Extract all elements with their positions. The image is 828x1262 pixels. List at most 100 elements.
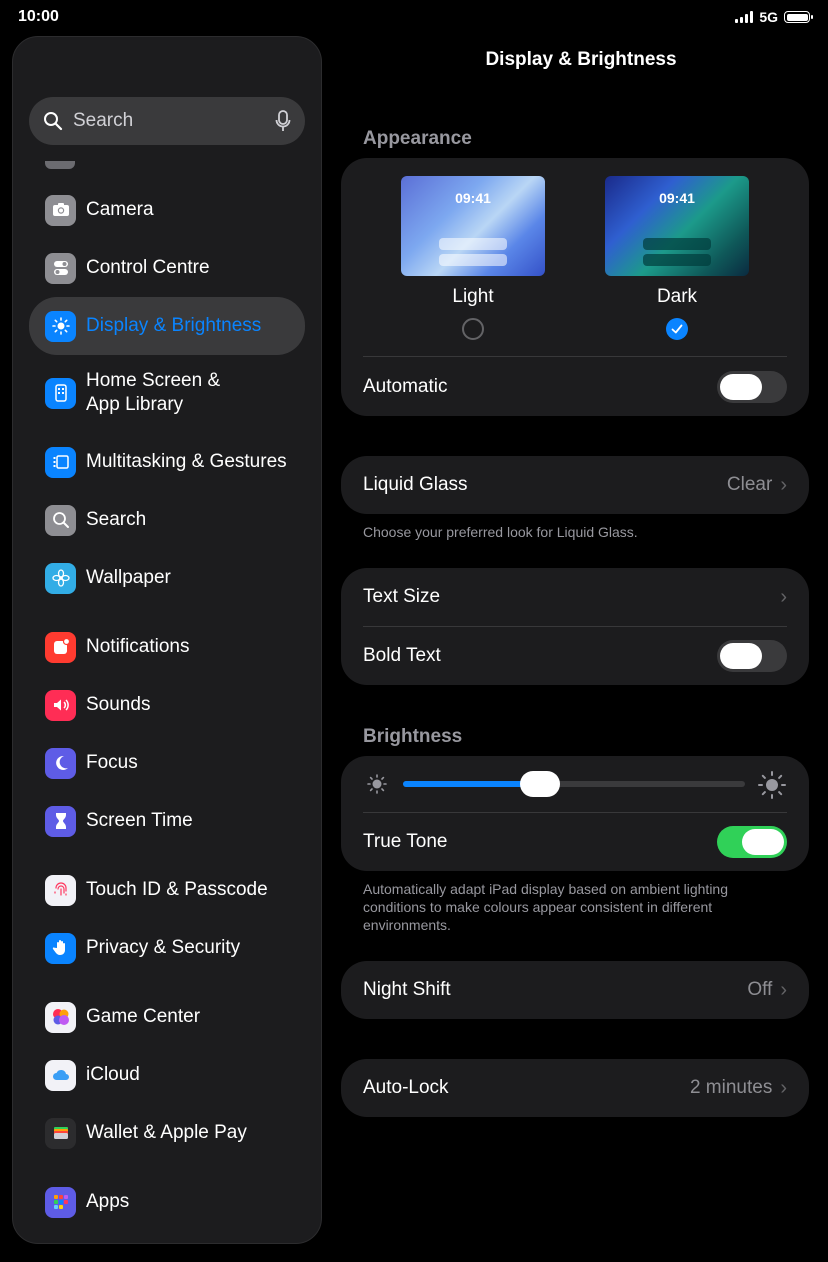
status-indicators: 5G [735, 9, 813, 25]
cloud-icon [45, 1059, 76, 1091]
sidebar-item-label: Camera [86, 199, 154, 220]
sidebar-item-label: Privacy & Security [86, 937, 241, 958]
speaker-icon [45, 689, 76, 721]
magnifier-icon [45, 504, 76, 536]
night-shift-value: Off [747, 979, 773, 1000]
true-tone-row: True Tone [363, 826, 787, 858]
microphone-icon[interactable] [275, 110, 291, 132]
sidebar-item-label: Multitasking & Gestures [86, 451, 287, 472]
search-field[interactable]: Search [29, 97, 305, 145]
brightness-header: Brightness [363, 726, 463, 747]
dark-preview-time: 09:41 [659, 190, 695, 206]
sidebar-item-label: Screen Time [86, 810, 193, 831]
bold-text-row: Bold Text [363, 640, 787, 672]
night-shift-label: Night Shift [363, 979, 451, 1000]
page-title: Display & Brightness [485, 49, 677, 70]
status-bar: 10:00 5G [0, 0, 828, 36]
sidebar-item-touch-id-passcode[interactable]: Touch ID & Passcode [29, 861, 305, 919]
sidebar-item-focus[interactable]: Focus [29, 734, 305, 792]
brightness-slider[interactable] [403, 771, 745, 797]
sidebar-item-screen-time[interactable]: Screen Time [29, 792, 305, 850]
sidebar-item-label: Display & Brightness [86, 315, 262, 336]
appearance-light-option[interactable]: 09:41 Light [400, 176, 546, 340]
light-preview-thumbnail: 09:41 [401, 176, 545, 276]
search-icon [44, 112, 63, 131]
sidebar-item-label: Notifications [86, 636, 190, 657]
light-preview-time: 09:41 [455, 190, 491, 206]
sidebar-item-sounds[interactable]: Sounds [29, 676, 305, 734]
sidebar-item-label: Touch ID & Passcode [86, 879, 268, 900]
checkmark-icon [671, 324, 683, 334]
auto-lock-label: Auto-Lock [363, 1077, 449, 1098]
sidebar-item-home-screen[interactable]: Home Screen & App Library [29, 355, 305, 431]
automatic-label: Automatic [363, 376, 448, 397]
text-size-label: Text Size [363, 586, 441, 607]
text-card: Text Size › Bold Text [341, 568, 809, 685]
sidebar-item-label: Home Screen & App Library [86, 370, 221, 415]
appearance-card: 09:41 Light 09:41 Dark Automatic [341, 158, 809, 416]
chevron-right-icon: › [780, 473, 787, 496]
main-content: Display & Brightness Appearance 09:41 Li… [322, 36, 828, 1262]
bold-text-toggle[interactable] [717, 640, 787, 672]
sidebar-item-wallpaper[interactable]: Wallpaper [29, 549, 305, 607]
brightness-slider-thumb[interactable] [519, 771, 560, 797]
sun-icon [45, 310, 76, 342]
apps-grid-icon [45, 1186, 76, 1218]
liquid-glass-value: Clear [726, 474, 773, 495]
light-radio[interactable] [462, 318, 484, 340]
game-center-icon [45, 1001, 76, 1033]
true-tone-label: True Tone [363, 831, 448, 852]
light-label: Light [452, 286, 494, 307]
network-label: 5G [759, 9, 778, 25]
dark-preview-thumbnail: 09:41 [605, 176, 749, 276]
sun-small-icon [367, 774, 387, 794]
hourglass-icon [45, 805, 76, 837]
fingerprint-icon [45, 874, 76, 906]
signal-bars-icon [735, 11, 754, 23]
camera-icon [45, 194, 76, 226]
sidebar-item-search[interactable]: Search [29, 491, 305, 549]
sidebar-item-icloud[interactable]: iCloud [29, 1046, 305, 1104]
true-tone-footnote: Automatically adapt iPad display based o… [363, 881, 729, 933]
sidebar-item-label: iCloud [86, 1064, 140, 1085]
automatic-toggle[interactable] [717, 371, 787, 403]
sidebar-item-control-centre[interactable]: Control Centre [29, 239, 305, 297]
flower-icon [45, 562, 76, 594]
auto-lock-value: 2 minutes [689, 1077, 773, 1098]
appearance-dark-option[interactable]: 09:41 Dark [604, 176, 750, 340]
sidebar-item-display-brightness[interactable]: Display & Brightness [29, 297, 305, 355]
search-placeholder: Search [73, 110, 134, 131]
sidebar: Search Camera Control Centre Display & Bri… [12, 36, 322, 1244]
sidebar-item-multitasking-gestures[interactable]: Multitasking & Gestures [29, 433, 305, 491]
sidebar-item-privacy-security[interactable]: Privacy & Security [29, 919, 305, 977]
battery-icon [784, 11, 813, 23]
bell-icon [45, 631, 76, 663]
partial-icon [45, 161, 75, 169]
sun-large-icon [758, 771, 786, 799]
sidebar-item-label: Focus [86, 752, 138, 773]
night-shift-row[interactable]: Night Shift Off › [341, 961, 809, 1019]
brightness-card: True Tone [341, 756, 809, 871]
liquid-glass-footnote: Choose your preferred look for Liquid Gl… [363, 524, 638, 540]
sidebar-item-apps[interactable]: Apps [29, 1173, 305, 1231]
dark-label: Dark [656, 286, 698, 307]
sidebar-item-game-center[interactable]: Game Center [29, 988, 305, 1046]
sidebar-item-notifications[interactable]: Notifications [29, 618, 305, 676]
text-size-row[interactable]: Text Size › [363, 582, 787, 612]
liquid-glass-row[interactable]: Liquid Glass Clear › [341, 456, 809, 514]
appearance-header: Appearance [363, 128, 472, 149]
switches-icon [45, 252, 76, 284]
chevron-right-icon: › [780, 978, 787, 1001]
auto-lock-row[interactable]: Auto-Lock 2 minutes › [341, 1059, 809, 1117]
sidebar-item-label: Search [86, 509, 147, 530]
hand-icon [45, 932, 76, 964]
sidebar-item-label: Control Centre [86, 257, 210, 278]
liquid-glass-label: Liquid Glass [363, 474, 468, 495]
sidebar-item-wallet-apple-pay[interactable]: Wallet & Apple Pay [29, 1104, 305, 1162]
sidebar-item-label: Game Center [86, 1006, 201, 1027]
bold-text-label: Bold Text [363, 645, 441, 666]
sidebar-item-camera[interactable]: Camera [29, 181, 305, 239]
true-tone-toggle[interactable] [717, 826, 787, 858]
sidebar-item-label: Wallet & Apple Pay [86, 1122, 247, 1143]
dark-radio[interactable] [666, 318, 688, 340]
